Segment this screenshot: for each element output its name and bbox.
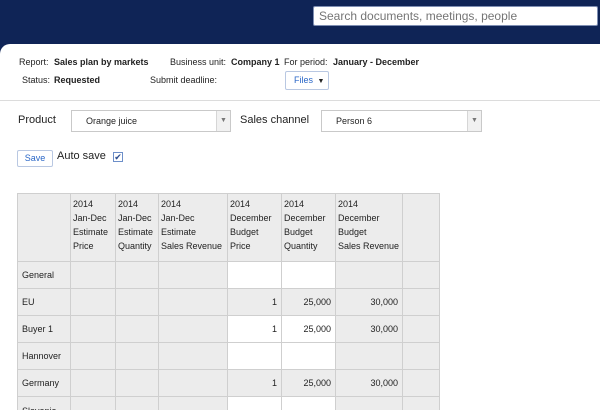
table-cell [402,369,440,397]
autosave-label: Auto save [57,150,106,162]
table-cell [402,288,440,316]
budget-revenue-cell [335,342,403,370]
budget-price-cell: 1 [227,288,282,316]
table-cell [402,396,440,410]
table-cell [70,261,116,289]
budget-quantity-cell: 25,000 [281,369,336,397]
table-row: Slovenia [17,396,440,410]
budget-quantity-cell[interactable]: 25,000 [281,315,336,343]
table-row: General [17,261,440,289]
files-dropdown-button[interactable]: Files ▼ [285,71,329,90]
table-row: EU 1 25,000 30,000 [17,288,440,316]
table-cell [70,342,116,370]
business-unit-value: Company 1 [231,57,280,67]
table-cell [70,369,116,397]
budget-revenue-cell [335,261,403,289]
table-cell [158,288,228,316]
autosave-checkbox[interactable]: ✔ [113,152,123,162]
business-unit-label: Business unit: [170,57,227,67]
table-cell [402,261,440,289]
table-cell [158,396,228,410]
column-header: 2014 December Budget Quantity [281,193,336,262]
sales-plan-table: 2014 Jan-Dec Estimate Price 2014 Jan-Dec Esti… [17,193,440,410]
column-header: 2014 Jan-Dec Estimate Quantity [115,193,159,262]
budget-price-cell[interactable] [227,342,282,370]
row-label: General [17,261,71,289]
status-label: Status: [22,75,51,85]
checkmark-icon: ✔ [114,152,122,162]
report-content: Report: Sales plan by markets Business u… [0,44,600,410]
table-header-row: 2014 Jan-Dec Estimate Price 2014 Jan-Dec Esti… [17,193,440,262]
product-selected-value: Orange juice [86,116,138,126]
row-label: Germany [17,369,71,397]
report-value: Sales plan by markets [54,57,149,67]
save-button[interactable]: Save [17,150,53,167]
top-bar [0,0,600,46]
sales-channel-label: Sales channel [240,114,310,126]
files-label: Files [294,75,314,85]
search-input[interactable] [313,6,598,26]
table-cell [70,396,116,410]
budget-revenue-cell: 30,000 [335,369,403,397]
budget-quantity-cell[interactable] [281,261,336,289]
row-label: EU [17,288,71,316]
table-cell [158,369,228,397]
column-header: 2014 December Budget Sales Revenue [335,193,403,262]
row-label: Slovenia [17,396,71,410]
table-cell [158,342,228,370]
table-cell [158,315,228,343]
budget-quantity-cell: 25,000 [281,288,336,316]
product-select[interactable]: Orange juice ▼ [71,110,231,132]
status-value: Requested [54,75,101,85]
column-header: 2014 Jan-Dec Estimate Price [70,193,116,262]
table-cell [115,315,159,343]
budget-price-cell[interactable] [227,261,282,289]
table-cell [158,261,228,289]
table-cell [402,315,440,343]
budget-price-cell[interactable]: 1 [227,315,282,343]
column-header: 2014 Jan-Dec Estimate Sales Revenue [158,193,228,262]
table-cell [70,288,116,316]
report-label: Report: [19,57,49,67]
table-row: Buyer 1 1 25,000 30,000 [17,315,440,343]
row-header-corner [17,193,71,262]
caret-down-icon: ▼ [317,78,325,85]
table-cell [70,315,116,343]
budget-price-cell[interactable] [227,396,282,410]
divider [0,100,600,101]
sales-channel-select[interactable]: Person 6 ▼ [321,110,482,132]
table-cell [115,369,159,397]
row-label: Hannover [17,342,71,370]
column-header: 2014 December Budget Price [227,193,282,262]
budget-revenue-cell: 30,000 [335,288,403,316]
budget-price-cell: 1 [227,369,282,397]
table-cell [115,342,159,370]
table-cell [115,261,159,289]
budget-revenue-cell [335,396,403,410]
filler-column-header [402,193,440,262]
period-value: January - December [333,57,420,67]
table-row: Germany 1 25,000 30,000 [17,369,440,397]
budget-quantity-cell[interactable] [281,396,336,410]
budget-revenue-cell: 30,000 [335,315,403,343]
table-cell [115,396,159,410]
budget-quantity-cell[interactable] [281,342,336,370]
chevron-down-icon[interactable]: ▼ [216,111,230,131]
table-row: Hannover [17,342,440,370]
sales-channel-selected-value: Person 6 [336,116,373,126]
chevron-down-icon[interactable]: ▼ [467,111,481,131]
table-cell [402,342,440,370]
table-cell [115,288,159,316]
row-label: Buyer 1 [17,315,71,343]
period-label: For period: [284,57,328,67]
product-label: Product [18,114,56,126]
submit-deadline-label: Submit deadline: [150,75,218,85]
